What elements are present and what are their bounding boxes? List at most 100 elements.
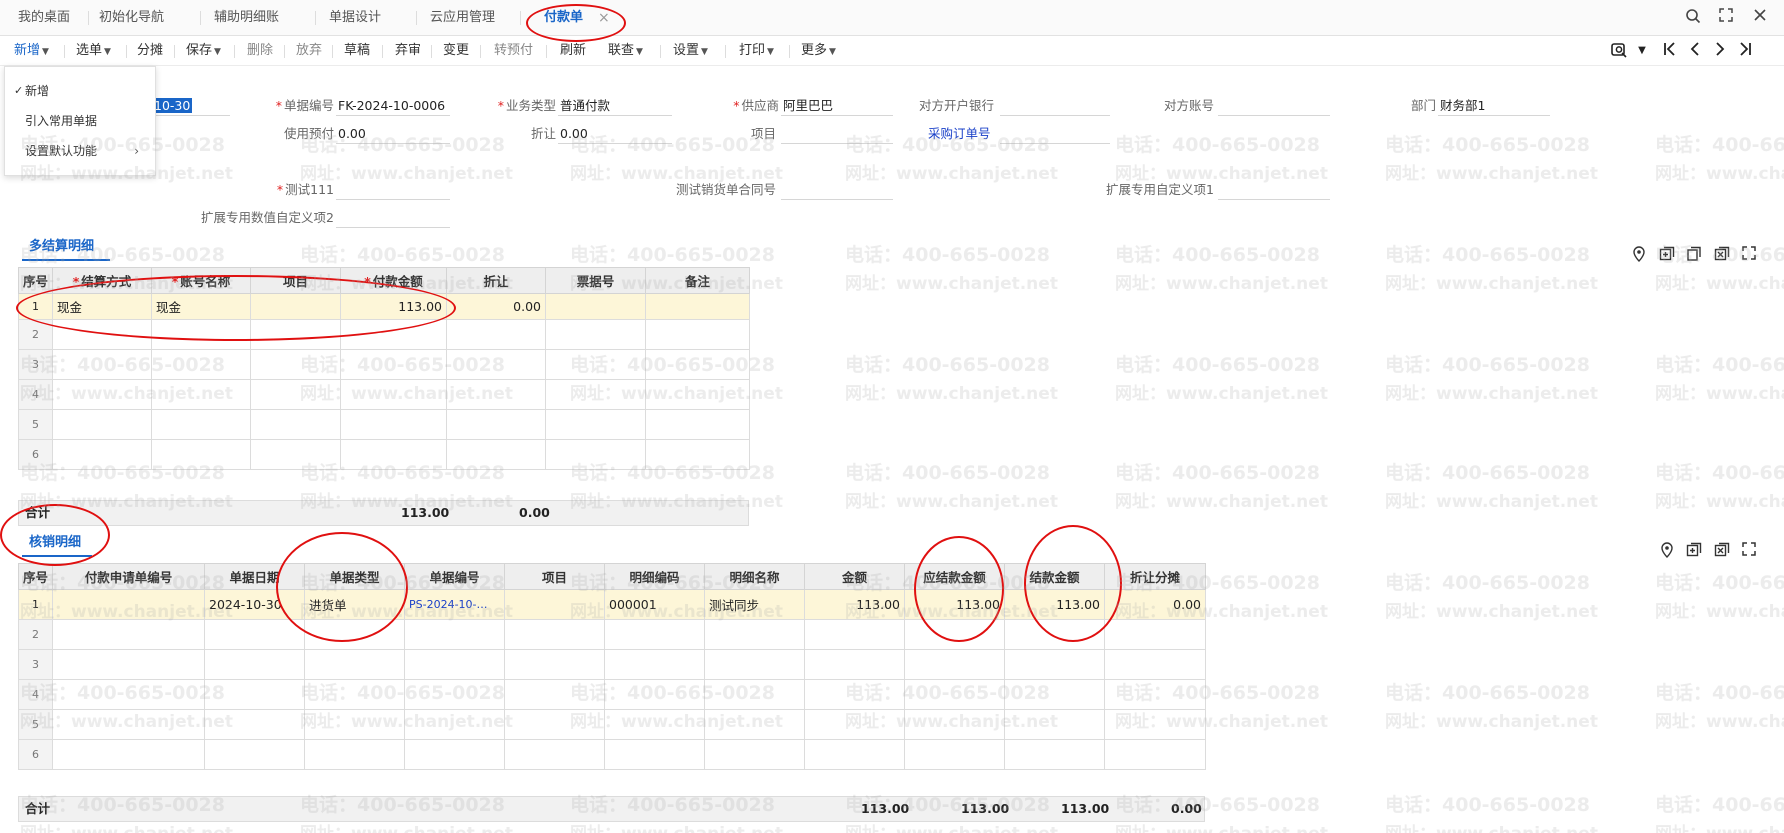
table-cell[interactable] [704,739,805,770]
table-row[interactable]: 6 [18,439,750,470]
table-cell[interactable] [804,739,905,770]
table-cell[interactable] [904,709,1005,740]
table-cell[interactable] [52,709,205,740]
table-row[interactable]: 3 [18,349,750,380]
table-cell[interactable] [446,319,546,350]
tab-close-icon[interactable]: × [598,0,610,36]
table-cell[interactable] [504,619,605,650]
table-cell[interactable] [340,409,447,440]
table-cell[interactable] [1004,709,1105,740]
table-cell[interactable] [604,649,705,680]
table-cell[interactable] [250,439,341,470]
tab-verify-detail[interactable]: 核销明细 [29,532,81,556]
table-cell[interactable] [404,619,505,650]
table-cell[interactable] [545,379,646,410]
table-cell[interactable] [1104,619,1206,650]
to-prepay-button[interactable]: 转预付 [494,36,533,66]
table-row[interactable]: 6 [18,739,1206,770]
table-cell[interactable]: 现金 [151,293,251,320]
table-cell[interactable] [904,649,1005,680]
table-cell[interactable]: 进货单 [304,589,405,620]
table-cell[interactable] [1004,679,1105,710]
table-cell[interactable] [340,349,447,380]
new-button[interactable]: 新增 ▼ [14,36,49,66]
expand-icon[interactable] [1740,542,1758,560]
select-button[interactable]: 选单 ▼ [76,36,111,66]
first-record-icon[interactable] [1660,41,1680,61]
expand-icon[interactable] [1740,246,1758,264]
location-icon[interactable] [1630,246,1648,264]
table-cell[interactable] [645,293,750,320]
table-cell[interactable] [904,619,1005,650]
tab-payment-order[interactable]: 付款单 [544,0,583,36]
table-cell[interactable] [545,349,646,380]
table-cell[interactable] [1004,649,1105,680]
table-row[interactable]: 4 [18,379,750,410]
discount-field[interactable]: 0.00 [558,124,672,144]
table-cell[interactable] [304,649,405,680]
table-cell[interactable]: 113.00 [1004,589,1105,620]
table-cell[interactable] [704,679,805,710]
table-cell[interactable] [151,319,251,350]
table-cell[interactable] [446,379,546,410]
table-cell[interactable] [204,619,305,650]
table-cell[interactable] [804,649,905,680]
table-cell[interactable] [604,619,705,650]
tab-doc-design[interactable]: 单据设计 [329,0,381,36]
table-cell[interactable] [804,709,905,740]
discard-button[interactable]: 放弃 [296,36,322,66]
table-cell[interactable] [904,739,1005,770]
table-row[interactable]: 5 [18,709,1206,740]
view-settings-icon[interactable] [1609,41,1629,61]
delete-button[interactable]: 删除 [247,36,273,66]
table-cell[interactable] [151,409,251,440]
table-cell[interactable] [1104,739,1206,770]
tab-init-nav[interactable]: 初始化导航 [99,0,164,36]
abandon-review-button[interactable]: 弃审 [395,36,421,66]
table-cell[interactable] [52,649,205,680]
tab-aux-ledger[interactable]: 辅助明细账 [214,0,279,36]
table-cell[interactable] [545,409,646,440]
delete-row-icon[interactable] [1713,542,1731,560]
table-cell[interactable] [204,649,305,680]
table-row[interactable]: 5 [18,409,750,440]
supplier-field[interactable]: 阿里巴巴 [781,96,893,116]
table-cell[interactable] [250,409,341,440]
last-record-icon[interactable] [1735,41,1755,61]
table-cell[interactable] [504,589,605,620]
table-cell[interactable] [52,739,205,770]
table-cell[interactable] [645,319,750,350]
table-cell[interactable] [504,649,605,680]
next-record-icon[interactable] [1710,41,1730,61]
more-button[interactable]: 更多 ▼ [801,36,836,66]
table-cell[interactable] [704,709,805,740]
table-cell[interactable] [504,679,605,710]
close-icon[interactable] [1750,8,1770,28]
table-cell[interactable]: 现金 [52,293,152,320]
table-row[interactable]: 4 [18,679,1206,710]
table-cell[interactable] [52,619,205,650]
table-cell[interactable]: 2024-10-30 [204,589,305,620]
table-cell[interactable] [52,589,205,620]
doc-date-field[interactable]: 10-30 [150,96,230,116]
table-cell[interactable] [904,679,1005,710]
table-cell[interactable] [52,379,152,410]
table-cell[interactable] [304,709,405,740]
table-cell[interactable] [404,649,505,680]
table-cell[interactable] [604,679,705,710]
project-field[interactable] [781,124,893,144]
table-cell[interactable] [504,739,605,770]
table-cell[interactable]: 0.00 [446,293,546,320]
table-cell[interactable] [504,709,605,740]
insert-row-icon[interactable] [1685,542,1703,560]
table-cell[interactable] [1104,679,1206,710]
table-cell[interactable] [151,379,251,410]
table-cell[interactable] [250,293,341,320]
table-cell[interactable] [645,409,750,440]
test111-field[interactable] [336,180,450,200]
account-field[interactable] [1218,96,1330,116]
dropdown-item-import-template[interactable]: 引入常用单据 [5,107,155,135]
table-cell[interactable] [804,619,905,650]
table-row[interactable]: 1 2024-10-30 进货单 PS-2024-10-… 000001 测试同… [18,589,1206,620]
doc-no-link[interactable]: PS-2024-10-… [404,589,505,620]
